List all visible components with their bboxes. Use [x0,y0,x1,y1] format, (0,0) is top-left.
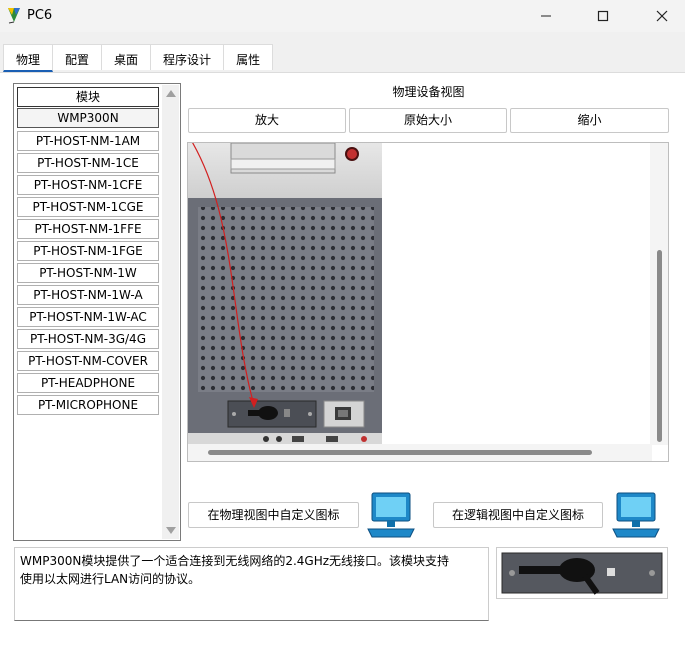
module-item[interactable]: PT-HOST-NM-1W-AC [17,307,159,327]
module-thumbnail [496,547,668,599]
tab-desktop[interactable]: 桌面 [101,44,152,70]
viewport-vertical-scrollbar[interactable] [650,143,668,445]
module-list-scrollbar[interactable] [162,85,179,539]
tab-attributes[interactable]: 属性 [223,44,274,70]
zoom-out-button[interactable]: 缩小 [510,108,669,133]
maximize-icon [597,10,609,22]
minimize-button[interactable] [523,0,569,32]
physical-device-viewport[interactable] [187,142,669,462]
close-button[interactable] [639,0,685,32]
module-item[interactable]: PT-HOST-NM-3G/4G [17,329,159,349]
minimize-icon [541,15,551,17]
viewport-vertical-scroll-thumb[interactable] [657,250,662,442]
module-item[interactable]: PT-HEADPHONE [17,373,159,393]
module-item[interactable]: PT-HOST-NM-1CE [17,153,159,173]
wmp300n-module-image [501,552,663,595]
module-item[interactable]: PT-HOST-NM-1CGE [17,197,159,217]
module-item[interactable]: PT-HOST-NM-COVER [17,351,159,371]
module-list-panel: 模块 WMP300N PT-HOST-NM-1AM PT-HOST-NM-1CE… [13,83,181,541]
scroll-up-arrow-icon[interactable] [166,90,176,97]
tab-config[interactable]: 配置 [52,44,103,70]
module-item-wmp300n[interactable]: WMP300N [17,108,159,128]
scroll-down-arrow-icon[interactable] [166,527,176,534]
module-list-header: 模块 [17,87,159,107]
custom-physical-icon-button[interactable]: 在物理视图中自定义图标 [188,502,359,528]
tab-bar: 物理 配置 桌面 程序设计 属性 [0,44,274,72]
pc-chassis-image [188,143,382,445]
packet-tracer-app-icon [8,8,20,24]
module-item[interactable]: PT-MICROPHONE [17,395,159,415]
module-item[interactable]: PT-HOST-NM-1FFE [17,219,159,239]
original-size-button[interactable]: 原始大小 [349,108,507,133]
viewport-horizontal-scroll-thumb[interactable] [208,450,592,455]
tab-programming[interactable]: 程序设计 [150,44,225,70]
module-description-line: WMP300N模块提供了一个适合连接到无线网络的2.4GHz无线接口。该模块支持 [20,554,450,568]
viewport-horizontal-scrollbar[interactable] [188,444,652,461]
tab-physical[interactable]: 物理 [3,44,54,72]
pc-logical-icon [612,492,660,538]
physical-device-view-title: 物理设备视图 [392,85,465,99]
module-item[interactable]: PT-HOST-NM-1W-A [17,285,159,305]
zoom-in-button[interactable]: 放大 [188,108,346,133]
maximize-button[interactable] [580,0,626,32]
module-item[interactable]: PT-HOST-NM-1FGE [17,241,159,261]
module-item[interactable]: PT-HOST-NM-1W [17,263,159,283]
module-item[interactable]: PT-HOST-NM-1AM [17,131,159,151]
module-list[interactable]: 模块 WMP300N PT-HOST-NM-1AM PT-HOST-NM-1CE… [15,85,162,539]
custom-logical-icon-button[interactable]: 在逻辑视图中自定义图标 [433,502,603,528]
physical-tab-content: 模块 WMP300N PT-HOST-NM-1AM PT-HOST-NM-1CE… [0,72,685,653]
window-title: PC6 [27,8,53,23]
close-icon [656,10,668,22]
module-description: WMP300N模块提供了一个适合连接到无线网络的2.4GHz无线接口。该模块支持… [14,547,489,621]
title-bar: PC6 [0,0,685,32]
pc-physical-icon [367,492,415,538]
module-description-line: 使用以太网进行LAN访问的协议。 [20,572,201,586]
module-item[interactable]: PT-HOST-NM-1CFE [17,175,159,195]
